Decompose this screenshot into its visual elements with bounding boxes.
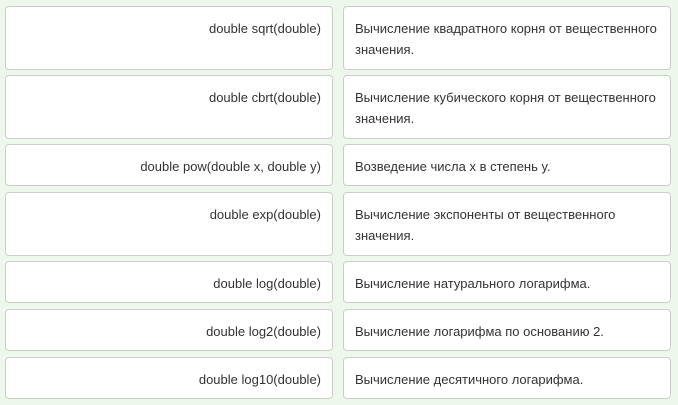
function-card[interactable]: double pow(double x, double y)	[5, 144, 333, 186]
description-card[interactable]: Вычисление десятичного логарифма.	[343, 357, 671, 399]
description-card[interactable]: Вычисление натурального логарифма.	[343, 261, 671, 303]
function-card[interactable]: double log10(double)	[5, 357, 333, 399]
description-card[interactable]: Вычисление квадратного корня от веществе…	[343, 6, 671, 70]
matching-row: double log(double) Вычисление натурально…	[0, 261, 678, 303]
matching-grid: double sqrt(double) Вычисление квадратно…	[0, 0, 678, 405]
function-card[interactable]: double exp(double)	[5, 192, 333, 256]
matching-row: double exp(double) Вычисление экспоненты…	[0, 192, 678, 256]
matching-row: double pow(double x, double y) Возведени…	[0, 144, 678, 186]
function-card[interactable]: double log2(double)	[5, 309, 333, 351]
matching-row: double log10(double) Вычисление десятичн…	[0, 357, 678, 399]
description-card[interactable]: Возведение числа x в степень y.	[343, 144, 671, 186]
description-card[interactable]: Вычисление кубического корня от веществе…	[343, 75, 671, 139]
function-card[interactable]: double cbrt(double)	[5, 75, 333, 139]
matching-row: double cbrt(double) Вычисление кубическо…	[0, 75, 678, 139]
matching-row: double log2(double) Вычисление логарифма…	[0, 309, 678, 351]
function-card[interactable]: double log(double)	[5, 261, 333, 303]
description-card[interactable]: Вычисление логарифма по основанию 2.	[343, 309, 671, 351]
function-card[interactable]: double sqrt(double)	[5, 6, 333, 70]
matching-row: double sqrt(double) Вычисление квадратно…	[0, 6, 678, 70]
description-card[interactable]: Вычисление экспоненты от вещественного з…	[343, 192, 671, 256]
